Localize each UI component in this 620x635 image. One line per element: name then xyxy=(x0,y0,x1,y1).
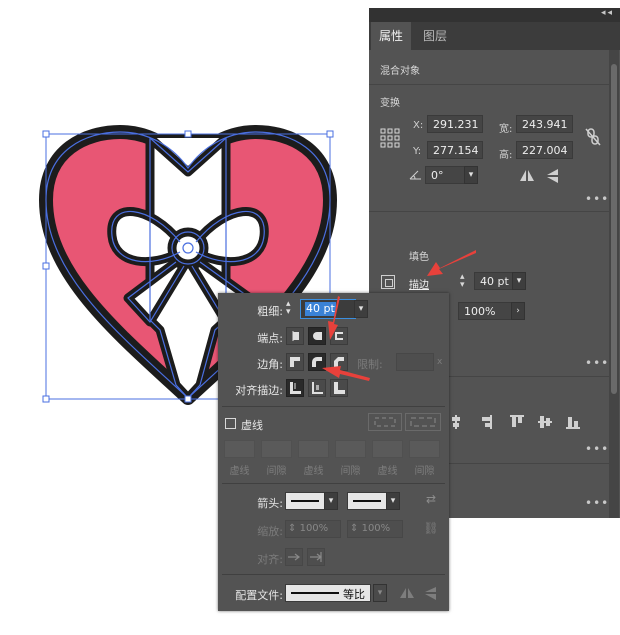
panel-scrollbar[interactable] xyxy=(609,50,619,518)
arrow-tip-at-end-button[interactable] xyxy=(307,548,325,566)
tab-layers[interactable]: 图层 xyxy=(415,22,455,50)
miter-join-button[interactable] xyxy=(286,353,304,371)
y-label: Y: xyxy=(413,146,422,157)
align-bottom-icon xyxy=(566,427,580,429)
rotate-angle-icon xyxy=(409,170,421,180)
stroke-weight-dropdown-arrow[interactable]: ▾ xyxy=(512,272,526,290)
opacity-input[interactable]: 100% xyxy=(458,302,514,320)
handle-top-right xyxy=(326,130,334,138)
height-input[interactable]: 227.004 xyxy=(516,141,573,159)
constrain-proportions-icon[interactable] xyxy=(585,128,601,146)
align-top-icon xyxy=(510,415,524,417)
dash-1-label: 虚线 xyxy=(229,466,250,477)
align-dash-corners-button[interactable] xyxy=(405,413,441,431)
tab-properties[interactable]: 属性 xyxy=(371,22,412,50)
limit-unit: x xyxy=(437,357,443,367)
flip-profile-vertical-icon[interactable] xyxy=(424,586,437,601)
swap-arrowheads-icon[interactable]: ⇄ xyxy=(423,492,439,506)
flip-profile-horizontal-icon[interactable] xyxy=(399,587,415,600)
weight-label: 粗细: xyxy=(257,305,283,318)
bevel-join-button[interactable] xyxy=(330,353,348,371)
fill-label[interactable]: 填色 xyxy=(409,248,429,263)
projecting-cap-button[interactable] xyxy=(330,327,348,345)
dash-2-input[interactable] xyxy=(298,440,329,458)
double-chevron-icon[interactable]: ◂◂ xyxy=(601,8,614,18)
start-arrowhead-select[interactable] xyxy=(285,492,325,510)
align-right-icon xyxy=(490,415,492,429)
preserve-dash-button[interactable] xyxy=(368,413,402,431)
align-arrow-label: 对齐: xyxy=(257,553,283,566)
panel-title-bar: ◂◂ xyxy=(369,8,620,22)
end-arrowhead-select[interactable] xyxy=(347,492,387,510)
gap-1-input[interactable] xyxy=(261,440,292,458)
cap-label: 端点: xyxy=(257,332,283,345)
dashed-line-label: 虚线 xyxy=(241,419,263,432)
reference-point-icon[interactable] xyxy=(380,128,400,148)
dashed-line-checkbox[interactable] xyxy=(225,418,236,429)
link-scale-icon[interactable]: ⛓ xyxy=(423,521,439,535)
x-input[interactable]: 291.231 xyxy=(427,115,483,133)
gap-3-label: 间隙 xyxy=(414,466,435,477)
gap-3-input[interactable] xyxy=(409,440,440,458)
dash-2-label: 虚线 xyxy=(303,466,324,477)
height-label: 高: xyxy=(499,150,513,161)
x-label: X: xyxy=(413,120,424,131)
align-stroke-label: 对齐描边: xyxy=(235,384,283,397)
opacity-expand-arrow[interactable]: › xyxy=(511,302,525,320)
width-profile-select[interactable]: 等比 xyxy=(285,584,371,602)
weight-dropdown-arrow[interactable]: ▾ xyxy=(354,300,368,318)
handle-middle-left xyxy=(42,262,50,270)
flip-horizontal-icon[interactable] xyxy=(519,169,535,183)
end-arrowhead-dropdown-arrow[interactable]: ▾ xyxy=(386,492,400,510)
align-stroke-inside-button[interactable] xyxy=(308,379,326,397)
arrow-tip-beyond-end-button[interactable] xyxy=(285,548,303,566)
object-type-label: 混合对象 xyxy=(380,66,420,77)
dash-3-label: 虚线 xyxy=(377,466,398,477)
profile-label: 配置文件: xyxy=(235,589,283,602)
appearance-more-options-icon[interactable]: ••• xyxy=(585,356,609,370)
start-scale-input[interactable]: ⇕ 100% xyxy=(285,520,341,538)
weight-input[interactable]: 40 pt xyxy=(300,299,356,319)
handle-bottom-middle xyxy=(184,395,192,403)
align-stroke-outside-button[interactable] xyxy=(330,379,348,397)
limit-input[interactable] xyxy=(396,353,434,371)
dash-3-input[interactable] xyxy=(372,440,403,458)
transform-more-options-icon[interactable]: ••• xyxy=(585,192,609,206)
align-icons-row[interactable] xyxy=(452,413,584,431)
gap-2-label: 间隙 xyxy=(340,466,361,477)
limit-label: 限制: xyxy=(357,358,383,371)
scale-label: 缩放: xyxy=(257,525,283,538)
width-input[interactable]: 243.941 xyxy=(516,115,573,133)
end-scale-input[interactable]: ⇕ 100% xyxy=(347,520,403,538)
stroke-options-panel: 粗细: ▴ ▾ 40 pt ▾ 端点: 边角: 限制: x 对齐描边: 虚线 虚… xyxy=(218,293,449,611)
corner-label: 边角: xyxy=(257,358,283,371)
panel-tabs: 属性 图层 xyxy=(369,22,620,50)
handle-top-middle xyxy=(184,130,192,138)
transform-section-title: 变换 xyxy=(380,98,400,109)
handle-bottom-left xyxy=(42,395,50,403)
bow-knot-center xyxy=(182,242,194,254)
round-cap-button[interactable] xyxy=(308,327,326,345)
stroke-link[interactable]: 描边 xyxy=(409,276,429,291)
width-profile-dropdown-arrow[interactable]: ▾ xyxy=(373,584,387,602)
stroke-swatch[interactable] xyxy=(381,275,395,289)
dash-1-input[interactable] xyxy=(224,440,255,458)
flip-vertical-icon[interactable] xyxy=(546,168,560,184)
handle-top-left xyxy=(42,130,50,138)
bottom-more-options-icon[interactable]: ••• xyxy=(585,496,609,510)
gap-1-label: 间隙 xyxy=(266,466,287,477)
stroke-weight-stepper[interactable]: ▴ ▾ xyxy=(460,273,472,291)
align-more-options-icon[interactable]: ••• xyxy=(585,442,609,456)
width-label: 宽: xyxy=(499,124,513,135)
butt-cap-button[interactable] xyxy=(286,327,304,345)
angle-dropdown-arrow[interactable]: ▾ xyxy=(464,166,478,184)
arrowhead-label: 箭头: xyxy=(257,497,283,510)
start-arrowhead-dropdown-arrow[interactable]: ▾ xyxy=(324,492,338,510)
gap-2-input[interactable] xyxy=(335,440,366,458)
y-input[interactable]: 277.154 xyxy=(427,141,483,159)
weight-stepper[interactable]: ▴ ▾ xyxy=(286,300,298,318)
align-stroke-center-button[interactable] xyxy=(286,379,304,397)
round-join-button[interactable] xyxy=(308,353,326,371)
